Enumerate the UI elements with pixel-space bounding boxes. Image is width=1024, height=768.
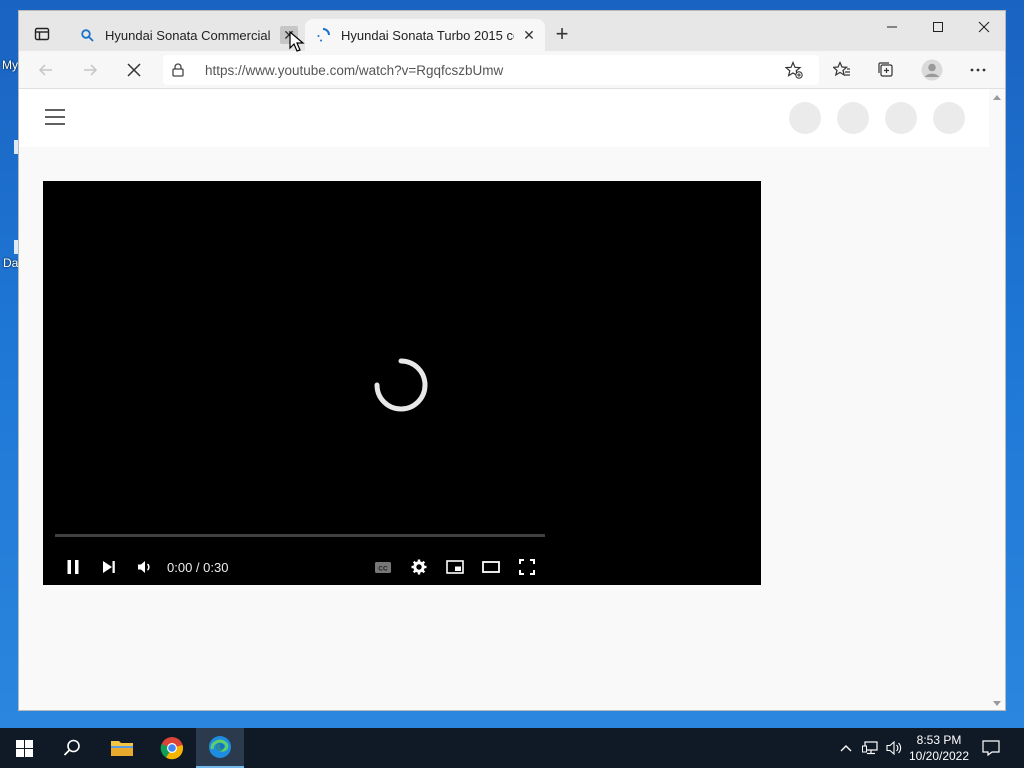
back-button[interactable]: [31, 55, 61, 85]
miniplayer-icon: [446, 560, 464, 574]
miniplayer-button[interactable]: [441, 553, 469, 581]
tab-bar: Hyundai Sonata Commercial - Bi ✕ Hyundai…: [19, 11, 1005, 51]
mouse-cursor-icon: [289, 31, 305, 52]
add-favorite-button[interactable]: [779, 55, 809, 85]
theater-icon: [482, 561, 500, 573]
captions-button[interactable]: CC: [369, 553, 397, 581]
chevron-up-icon: [840, 745, 852, 752]
header-placeholder-circle: [837, 102, 869, 134]
clock-date: 10/20/2022: [908, 749, 970, 763]
notifications-button[interactable]: [978, 736, 1004, 760]
tab-title: Hyundai Sonata Turbo 2015 com: [341, 27, 514, 43]
network-button[interactable]: [860, 738, 880, 758]
loading-spinner-icon: [374, 358, 428, 412]
video-time: 0:00 / 0:30: [167, 560, 229, 575]
avatar-icon: [921, 59, 943, 81]
close-window-button[interactable]: [961, 11, 1005, 43]
loading-icon: [315, 27, 331, 43]
file-explorer-button[interactable]: [98, 728, 146, 768]
volume-button[interactable]: [131, 553, 159, 581]
volume-icon: [138, 561, 150, 573]
search-icon: [63, 739, 80, 756]
notification-icon: [982, 740, 1000, 756]
taskbar-clock[interactable]: 8:53 PM 10/20/2022: [904, 732, 974, 764]
search-button[interactable]: [48, 728, 96, 768]
show-hidden-icons-button[interactable]: [836, 738, 856, 758]
edge-button[interactable]: [196, 728, 244, 768]
stop-icon: [127, 63, 141, 77]
scroll-up-icon[interactable]: [993, 95, 1001, 100]
network-icon: [862, 741, 878, 755]
more-icon: [970, 68, 986, 72]
back-arrow-icon: [38, 64, 52, 76]
address-bar[interactable]: https://www.youtube.com/watch?v=Rgqfcszb…: [163, 55, 819, 85]
volume-tray-button[interactable]: [884, 738, 904, 758]
fullscreen-button[interactable]: [513, 553, 541, 581]
header-placeholder-circle: [885, 102, 917, 134]
taskbar: 8:53 PM 10/20/2022: [0, 728, 1024, 768]
pause-button[interactable]: [59, 553, 87, 581]
tab-youtube[interactable]: Hyundai Sonata Turbo 2015 com ✕: [305, 19, 545, 51]
web-page: 0:00 / 0:30 CC: [19, 89, 991, 710]
lock-icon[interactable]: [163, 55, 193, 85]
fullscreen-icon: [519, 559, 535, 575]
chrome-icon: [160, 737, 184, 760]
windows-logo-icon: [15, 739, 33, 757]
captions-icon: CC: [375, 562, 391, 573]
chrome-button[interactable]: [148, 728, 196, 768]
tab-actions-button[interactable]: [27, 19, 57, 49]
collections-button[interactable]: [871, 55, 901, 85]
forward-button[interactable]: [75, 55, 105, 85]
settings-button[interactable]: [405, 553, 433, 581]
tab-bing-search[interactable]: Hyundai Sonata Commercial - Bi ✕: [69, 19, 305, 51]
new-tab-button[interactable]: +: [551, 23, 573, 45]
browser-toolbar: https://www.youtube.com/watch?v=Rgqfcszb…: [19, 51, 1005, 89]
address-url[interactable]: https://www.youtube.com/watch?v=Rgqfcszb…: [205, 63, 503, 78]
search-icon: [79, 27, 95, 43]
settings-more-button[interactable]: [963, 55, 993, 85]
pause-icon: [67, 560, 79, 574]
page-scrollbar[interactable]: [989, 89, 1005, 710]
close-icon: [978, 21, 990, 33]
favorites-icon: [833, 61, 850, 77]
minimize-icon: [887, 26, 897, 28]
desktop-icon-label[interactable]: Da: [3, 256, 18, 270]
tab-title: Hyundai Sonata Commercial - Bi: [105, 27, 274, 43]
youtube-header: [19, 89, 991, 147]
progress-bar[interactable]: [55, 534, 545, 537]
tab-close-button[interactable]: ✕: [520, 26, 538, 44]
header-placeholder-circle: [933, 102, 965, 134]
favorites-button[interactable]: [827, 55, 857, 85]
edge-icon: [209, 736, 231, 758]
profile-button[interactable]: [917, 55, 947, 85]
next-button[interactable]: [95, 553, 123, 581]
next-icon: [103, 561, 115, 573]
speaker-icon: [886, 741, 902, 755]
star-add-icon: [785, 61, 803, 79]
svg-text:CC: CC: [378, 566, 388, 573]
scroll-down-icon[interactable]: [993, 701, 1001, 706]
desktop-icon-label[interactable]: My: [2, 58, 18, 72]
header-placeholder-circle: [789, 102, 821, 134]
forward-arrow-icon: [84, 64, 98, 76]
collections-icon: [878, 62, 893, 77]
clock-time: 8:53 PM: [916, 733, 962, 747]
start-button[interactable]: [0, 728, 48, 768]
maximize-icon: [933, 22, 943, 32]
maximize-button[interactable]: [915, 11, 961, 43]
gear-icon: [411, 559, 427, 575]
tab-actions-icon: [34, 27, 50, 41]
video-player[interactable]: 0:00 / 0:30 CC: [43, 181, 761, 585]
menu-icon[interactable]: [45, 109, 65, 125]
theater-mode-button[interactable]: [477, 553, 505, 581]
browser-window: Hyundai Sonata Commercial - Bi ✕ Hyundai…: [18, 10, 1006, 711]
minimize-button[interactable]: [869, 11, 915, 43]
stop-loading-button[interactable]: [119, 55, 149, 85]
folder-icon: [111, 741, 133, 756]
